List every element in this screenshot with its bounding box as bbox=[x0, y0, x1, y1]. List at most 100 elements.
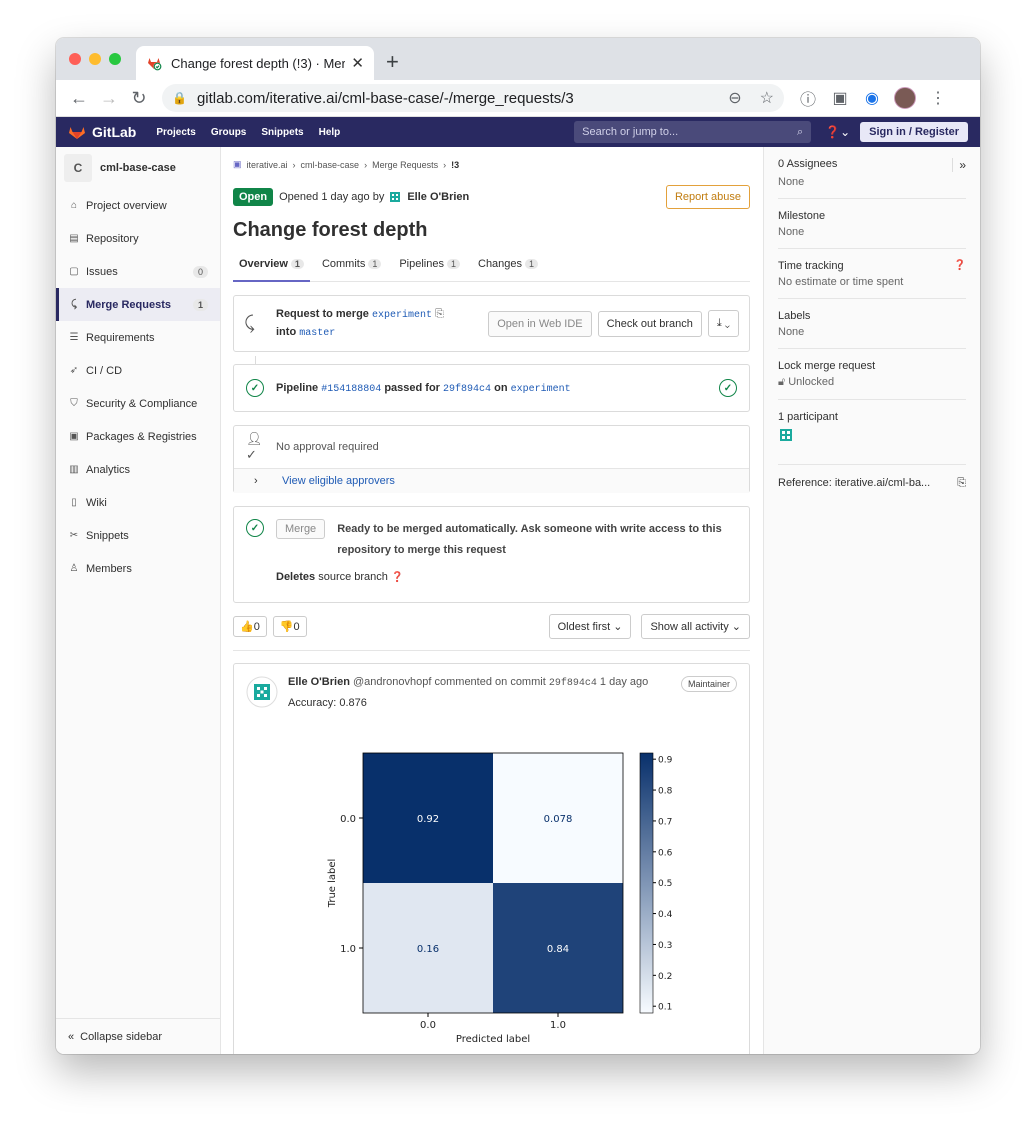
nav-projects[interactable]: Projects bbox=[156, 127, 195, 138]
comment-author-handle[interactable]: @andronovhopf bbox=[353, 676, 431, 688]
tab-changes[interactable]: Changes 1 bbox=[472, 258, 544, 281]
nav-help[interactable]: Help bbox=[319, 127, 341, 138]
pipeline-stage-icon[interactable]: ✓ bbox=[719, 379, 737, 397]
tab-label: Pipelines bbox=[399, 258, 444, 270]
sidebar-item-label: Project overview bbox=[86, 199, 167, 212]
extension-1password-icon[interactable]: ⓘ bbox=[792, 86, 824, 110]
gitlab-logo[interactable]: GitLab bbox=[68, 124, 136, 140]
sidebar-item-security-compliance[interactable]: ⛉ Security & Compliance bbox=[56, 387, 220, 420]
browser-toolbar: ← → ↻ 🔒 gitlab.com/iterative.ai/cml-base… bbox=[56, 80, 980, 117]
minimize-window-button[interactable] bbox=[89, 53, 101, 65]
issues-icon: ▢ bbox=[69, 266, 79, 277]
nav-snippets[interactable]: Snippets bbox=[261, 127, 303, 138]
x-tick-label: 1.0 bbox=[550, 1020, 566, 1031]
copy-reference-icon[interactable]: ⎘ bbox=[957, 477, 966, 490]
pipeline-id-link[interactable]: #154188804 bbox=[321, 384, 381, 395]
milestone-section: Milestone None bbox=[778, 199, 966, 249]
nav-groups[interactable]: Groups bbox=[211, 127, 247, 138]
extension-w-icon[interactable]: ▣ bbox=[824, 88, 856, 108]
project-header[interactable]: C cml-base-case bbox=[56, 147, 220, 189]
maximize-window-button[interactable] bbox=[109, 53, 121, 65]
approval-widget: 👤︎✓ No approval required › View eligible… bbox=[233, 425, 750, 493]
tab-overview[interactable]: Overview 1 bbox=[233, 258, 310, 282]
tab-pipelines[interactable]: Pipelines 1 bbox=[393, 258, 466, 281]
open-web-ide-button[interactable]: Open in Web IDE bbox=[488, 310, 592, 337]
search-input[interactable]: Search or jump to... ⌕ bbox=[574, 121, 812, 143]
approvers-row[interactable]: › View eligible approvers bbox=[234, 468, 749, 493]
help-icon[interactable]: ❓ bbox=[954, 260, 966, 272]
report-abuse-button[interactable]: Report abuse bbox=[665, 185, 750, 209]
sidebar-item-members[interactable]: ♙ Members bbox=[56, 552, 220, 585]
merge-button[interactable]: Merge bbox=[276, 519, 326, 539]
pipeline-passed-icon[interactable]: ✓ bbox=[246, 379, 264, 397]
sidebar-item-ci-cd[interactable]: ➶ CI / CD bbox=[56, 354, 220, 387]
copy-branch-icon[interactable]: ⎘ bbox=[435, 308, 444, 320]
breadcrumb-item[interactable]: cml-base-case bbox=[301, 160, 360, 170]
forward-icon[interactable]: → bbox=[94, 88, 124, 109]
assignees-value: None bbox=[778, 176, 805, 188]
comment-body: Accuracy: 0.876 bbox=[288, 697, 367, 709]
y-tick-label: 1.0 bbox=[340, 944, 356, 955]
extension-eye-icon[interactable]: ◉ bbox=[856, 88, 888, 108]
sidebar-item-repository[interactable]: ▤ Repository bbox=[56, 222, 220, 255]
comment-time[interactable]: 1 day ago bbox=[600, 676, 648, 688]
branch-link[interactable]: experiment bbox=[511, 384, 571, 395]
tab-title: Change forest depth (!3) · Merge bbox=[171, 55, 346, 71]
sort-dropdown[interactable]: Oldest first ⌄ bbox=[548, 613, 632, 639]
home-icon: ⌂ bbox=[70, 200, 78, 211]
close-tab-icon[interactable]: ✕ bbox=[351, 54, 364, 72]
lock-heading: Lock merge request bbox=[778, 360, 876, 372]
tab-commits[interactable]: Commits 1 bbox=[316, 258, 387, 281]
zoom-icon[interactable]: ⊖ bbox=[728, 88, 741, 108]
question-icon[interactable]: ❓ bbox=[391, 572, 403, 583]
bookmark-star-icon[interactable]: ☆ bbox=[760, 88, 774, 108]
author-avatar[interactable] bbox=[388, 190, 402, 204]
breadcrumb-current[interactable]: !3 bbox=[451, 160, 459, 170]
target-branch[interactable]: master bbox=[299, 328, 335, 339]
address-bar[interactable]: 🔒 gitlab.com/iterative.ai/cml-base-case/… bbox=[162, 84, 784, 112]
reload-icon[interactable]: ↻ bbox=[124, 88, 154, 109]
help-dropdown-icon[interactable]: ❓⌄ bbox=[825, 125, 850, 139]
menu-kebab-icon[interactable]: ⋮ bbox=[922, 88, 954, 108]
new-tab-icon[interactable]: + bbox=[386, 49, 399, 75]
sign-in-button[interactable]: Sign in / Register bbox=[860, 122, 968, 142]
collapse-right-sidebar-icon[interactable]: » bbox=[952, 158, 966, 172]
sort-label: Oldest first bbox=[557, 620, 611, 633]
sidebar-item-issues[interactable]: ▢ Issues 0 bbox=[56, 255, 220, 288]
sidebar-item-analytics[interactable]: ▥ Analytics bbox=[56, 453, 220, 486]
sidebar-item-wiki[interactable]: ▯ Wiki bbox=[56, 486, 220, 519]
download-dropdown-button[interactable]: ⤓ ⌄ bbox=[707, 310, 739, 337]
breadcrumb-group-icon: ▣ bbox=[233, 159, 242, 169]
breadcrumb-item[interactable]: Merge Requests bbox=[372, 160, 438, 170]
status-badge: Open bbox=[233, 188, 274, 206]
commenter-avatar[interactable] bbox=[246, 676, 278, 708]
source-branch[interactable]: experiment bbox=[372, 310, 432, 321]
checkout-branch-button[interactable]: Check out branch bbox=[597, 310, 702, 337]
time-tracking-value: No estimate or time spent bbox=[778, 276, 904, 288]
sidebar-item-packages-registries[interactable]: ▣ Packages & Registries bbox=[56, 420, 220, 453]
sidebar-item-label: Analytics bbox=[86, 463, 131, 476]
back-icon[interactable]: ← bbox=[64, 88, 94, 109]
commit-link[interactable]: 29f894c4 bbox=[443, 384, 491, 395]
comment-action: commented on commit bbox=[434, 676, 546, 688]
browser-tab[interactable]: Change forest depth (!3) · Merge ✕ bbox=[136, 46, 374, 80]
breadcrumb-item[interactable]: iterative.ai bbox=[247, 160, 288, 170]
comment-author-name[interactable]: Elle O'Brien bbox=[288, 676, 350, 688]
comment-commit[interactable]: 29f894c4 bbox=[549, 678, 597, 689]
collapse-sidebar-button[interactable]: « Collapse sidebar bbox=[56, 1018, 220, 1054]
close-window-button[interactable] bbox=[69, 53, 81, 65]
sidebar-item-merge-requests[interactable]: ⤹ Merge Requests 1 bbox=[56, 288, 220, 321]
participant-avatar[interactable] bbox=[778, 427, 794, 443]
view-approvers-link[interactable]: View eligible approvers bbox=[282, 475, 395, 487]
filter-dropdown[interactable]: Show all activity ⌄ bbox=[641, 613, 750, 639]
count-badge: 0 bbox=[192, 265, 208, 278]
profile-avatar[interactable] bbox=[894, 87, 916, 109]
sidebar-item-requirements[interactable]: ☰ Requirements bbox=[56, 321, 220, 354]
thumbs-up-button[interactable]: 👍0 bbox=[233, 615, 267, 637]
tab-strip: Change forest depth (!3) · Merge ✕ + bbox=[56, 38, 980, 80]
page-title: Change forest depth bbox=[233, 219, 428, 241]
sidebar-item-project-overview[interactable]: ⌂ Project overview bbox=[56, 189, 220, 222]
thumbs-down-button[interactable]: 👎0 bbox=[272, 615, 307, 637]
author-name[interactable]: Elle O'Brien bbox=[407, 191, 469, 203]
sidebar-item-snippets[interactable]: ✂ Snippets bbox=[56, 519, 220, 552]
